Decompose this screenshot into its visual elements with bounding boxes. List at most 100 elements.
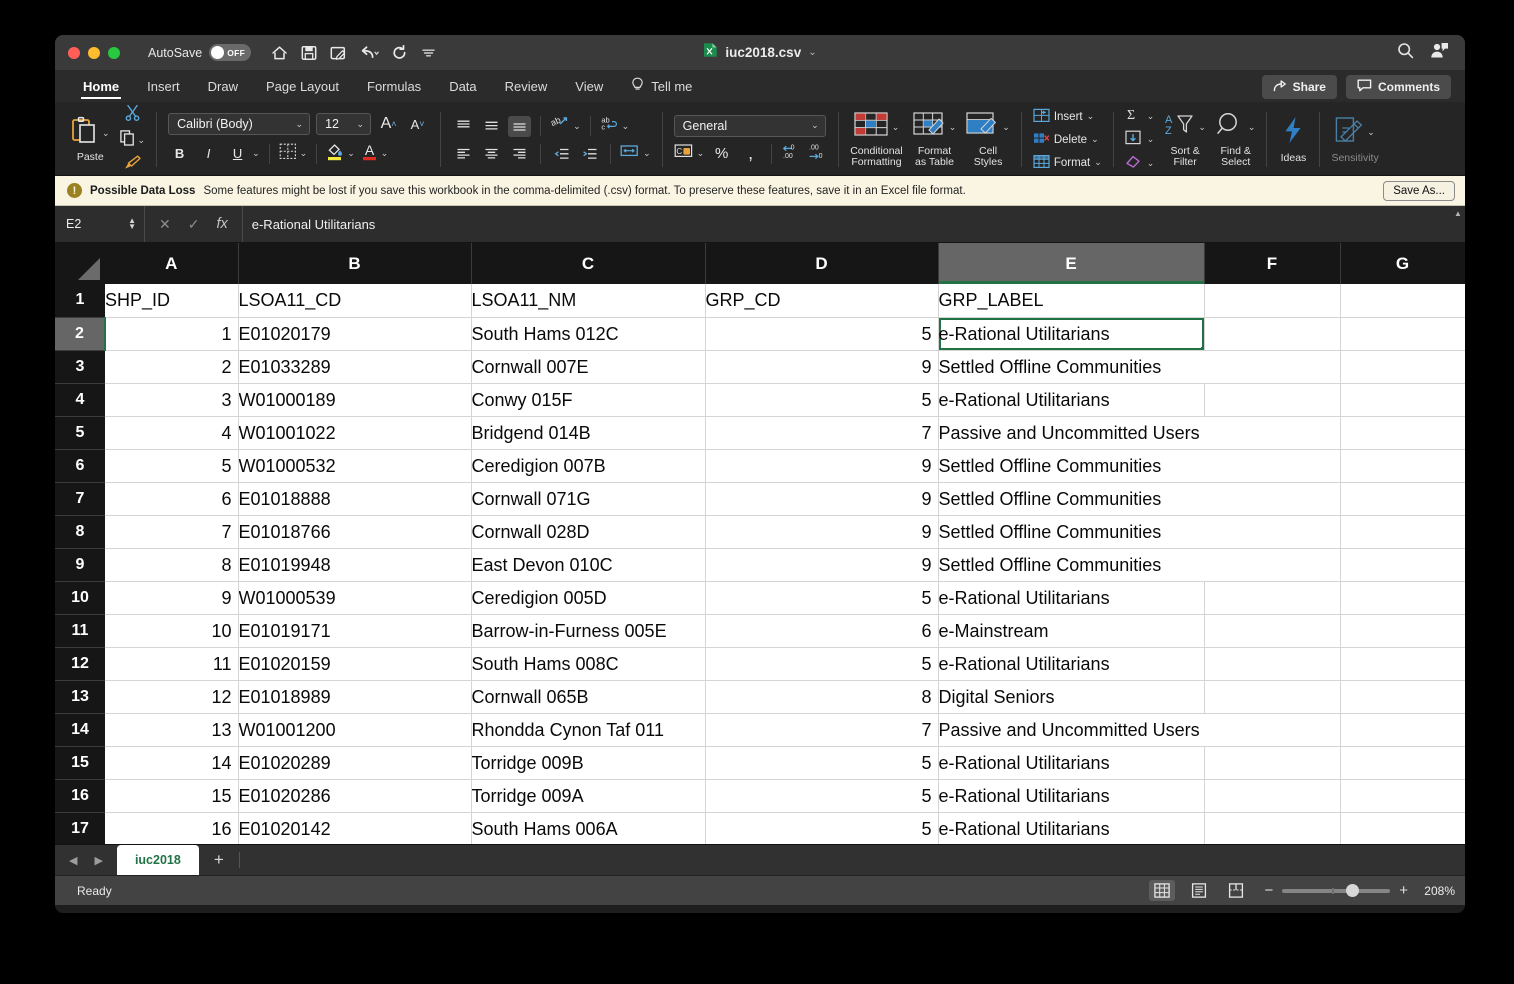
cell-a13[interactable]: 12 <box>105 680 239 714</box>
bold-button[interactable]: B <box>168 143 191 164</box>
orientation-chevron-down-icon[interactable]: ⌄ <box>573 121 581 132</box>
ribbon-tab-data[interactable]: Data <box>435 71 490 102</box>
autosum-icon[interactable]: Σ <box>1125 107 1143 126</box>
decrease-font-size-icon[interactable]: A ˅ <box>406 114 429 135</box>
format-cells-button[interactable]: Format ⌄ <box>1033 154 1102 172</box>
fill-color-icon[interactable] <box>326 141 344 166</box>
cell-g15[interactable] <box>1340 746 1465 780</box>
account-icon[interactable] <box>1430 42 1449 64</box>
cell-f9[interactable] <box>1204 548 1341 582</box>
borders-icon[interactable] <box>279 143 297 165</box>
cell-g10[interactable] <box>1340 581 1465 615</box>
row-header-7[interactable]: 7 <box>55 482 105 516</box>
cell-f13[interactable] <box>1204 680 1341 714</box>
table-row[interactable]: 2 1 E01020179 South Hams 012C 5 e-Ration… <box>55 317 1465 351</box>
cell-b8[interactable]: E01018766 <box>238 515 472 549</box>
cell-a17[interactable]: 16 <box>105 812 239 844</box>
align-left-icon[interactable] <box>452 143 475 164</box>
paste-chevron-down-icon[interactable]: ⌄ <box>102 128 110 139</box>
comma-style-button[interactable]: , <box>739 143 762 164</box>
table-row[interactable]: 3 2 E01033289 Cornwall 007E 9 Settled Of… <box>55 350 1465 384</box>
table-row[interactable]: 7 6 E01018888 Cornwall 071G 9 Settled Of… <box>55 482 1465 516</box>
merge-cells-icon[interactable] <box>620 143 639 164</box>
cell-c11[interactable]: Barrow-in-Furness 005E <box>471 614 706 648</box>
cell-d11[interactable]: 6 <box>705 614 939 648</box>
align-center-icon[interactable] <box>480 143 503 164</box>
formula-bar-expand-icon[interactable]: ▲ <box>1451 206 1465 242</box>
cell-f12[interactable] <box>1204 647 1341 681</box>
insert-cells-button[interactable]: Insert ⌄ <box>1033 108 1094 126</box>
page-break-preview-icon[interactable] <box>1223 880 1249 901</box>
cell-a9[interactable]: 8 <box>105 548 239 582</box>
table-row[interactable]: 4 3 W01000189 Conwy 015F 5 e-Rational Ut… <box>55 383 1465 417</box>
cell-d16[interactable]: 5 <box>705 779 939 813</box>
cell-c13[interactable]: Cornwall 065B <box>471 680 706 714</box>
insert-cells-chevron-down-icon[interactable]: ⌄ <box>1087 111 1095 122</box>
cell-f6[interactable] <box>1204 449 1341 483</box>
cell-a7[interactable]: 6 <box>105 482 239 516</box>
zoom-in-button[interactable]: + <box>1399 882 1408 899</box>
cell-c8[interactable]: Cornwall 028D <box>471 515 706 549</box>
cell-b9[interactable]: E01019948 <box>238 548 472 582</box>
cell-d10[interactable]: 5 <box>705 581 939 615</box>
chevron-right-icon[interactable]: ▶ <box>94 854 102 867</box>
cell-g11[interactable] <box>1340 614 1465 648</box>
paste-icon[interactable] <box>71 116 97 151</box>
cell-g3[interactable] <box>1340 350 1465 384</box>
orientation-icon[interactable]: ab <box>549 115 569 137</box>
fill-color-chevron-down-icon[interactable]: ⌄ <box>347 148 355 159</box>
find-select-icon[interactable] <box>1216 111 1244 144</box>
cut-icon[interactable] <box>124 104 141 126</box>
cell-d4[interactable]: 5 <box>705 383 939 417</box>
decrease-decimal-icon[interactable]: .00 0 <box>807 143 827 165</box>
ribbon-tab-page-layout[interactable]: Page Layout <box>252 71 353 102</box>
italic-button[interactable]: I <box>197 143 220 164</box>
cell-f2[interactable] <box>1204 317 1341 351</box>
cell-c14[interactable]: Rhondda Cynon Taf 011 <box>471 713 706 747</box>
row-header-8[interactable]: 8 <box>55 515 105 549</box>
font-color-icon[interactable]: A <box>361 141 378 166</box>
quick-print-icon[interactable] <box>330 45 347 61</box>
row-header-11[interactable]: 11 <box>55 614 105 648</box>
cell-a8[interactable]: 7 <box>105 515 239 549</box>
format-cells-chevron-down-icon[interactable]: ⌄ <box>1094 157 1102 168</box>
normal-view-icon[interactable] <box>1149 880 1176 901</box>
close-icon[interactable]: ✕ <box>159 216 171 233</box>
zoom-level-label[interactable]: 208% <box>1417 884 1455 898</box>
cell-b10[interactable]: W01000539 <box>238 581 472 615</box>
cell-b6[interactable]: W01000532 <box>238 449 472 483</box>
underline-button[interactable]: U <box>226 143 249 164</box>
zoom-slider-handle[interactable] <box>1346 884 1360 897</box>
cell-styles-icon[interactable] <box>966 111 998 144</box>
cell-b5[interactable]: W01001022 <box>238 416 472 450</box>
zoom-slider[interactable] <box>1282 884 1391 897</box>
copy-chevron-down-icon[interactable]: ⌄ <box>138 135 146 146</box>
table-row[interactable]: 11 10 E01019171 Barrow-in-Furness 005E 6… <box>55 614 1465 648</box>
tell-me-button[interactable]: Tell me <box>631 77 692 96</box>
chevron-left-icon[interactable]: ◀ <box>69 854 77 867</box>
cell-e4[interactable]: e-Rational Utilitarians <box>938 383 1205 417</box>
cell-d1[interactable]: GRP_CD <box>705 284 939 318</box>
row-header-2[interactable]: 2 <box>55 317 105 351</box>
cell-b1[interactable]: LSOA11_CD <box>238 284 472 318</box>
row-header-14[interactable]: 14 <box>55 713 105 747</box>
font-size-select[interactable]: 12 ⌄ <box>316 113 372 135</box>
cell-g13[interactable] <box>1340 680 1465 714</box>
cell-e2[interactable]: e-Rational Utilitarians <box>938 317 1205 351</box>
accounting-format-icon[interactable]: C <box>674 143 693 164</box>
ribbon-tab-review[interactable]: Review <box>491 71 562 102</box>
table-row[interactable]: 17 16 E01020142 South Hams 006A 5 e-Rati… <box>55 812 1465 844</box>
row-header-1[interactable]: 1 <box>55 284 105 318</box>
sort-filter-chevron-down-icon[interactable]: ⌄ <box>1198 122 1206 133</box>
cell-c3[interactable]: Cornwall 007E <box>471 350 706 384</box>
cell-c5[interactable]: Bridgend 014B <box>471 416 706 450</box>
cell-e10[interactable]: e-Rational Utilitarians <box>938 581 1205 615</box>
name-box[interactable]: E2 ▲ ▼ <box>55 206 145 242</box>
table-row[interactable]: 6 5 W01000532 Ceredigion 007B 9 Settled … <box>55 449 1465 483</box>
align-top-icon[interactable] <box>452 116 475 137</box>
sensitivity-icon[interactable] <box>1335 115 1363 150</box>
cell-g17[interactable] <box>1340 812 1465 844</box>
cell-f7[interactable] <box>1204 482 1341 516</box>
cell-d14[interactable]: 7 <box>705 713 939 747</box>
table-row[interactable]: 8 7 E01018766 Cornwall 028D 9 Settled Of… <box>55 515 1465 549</box>
